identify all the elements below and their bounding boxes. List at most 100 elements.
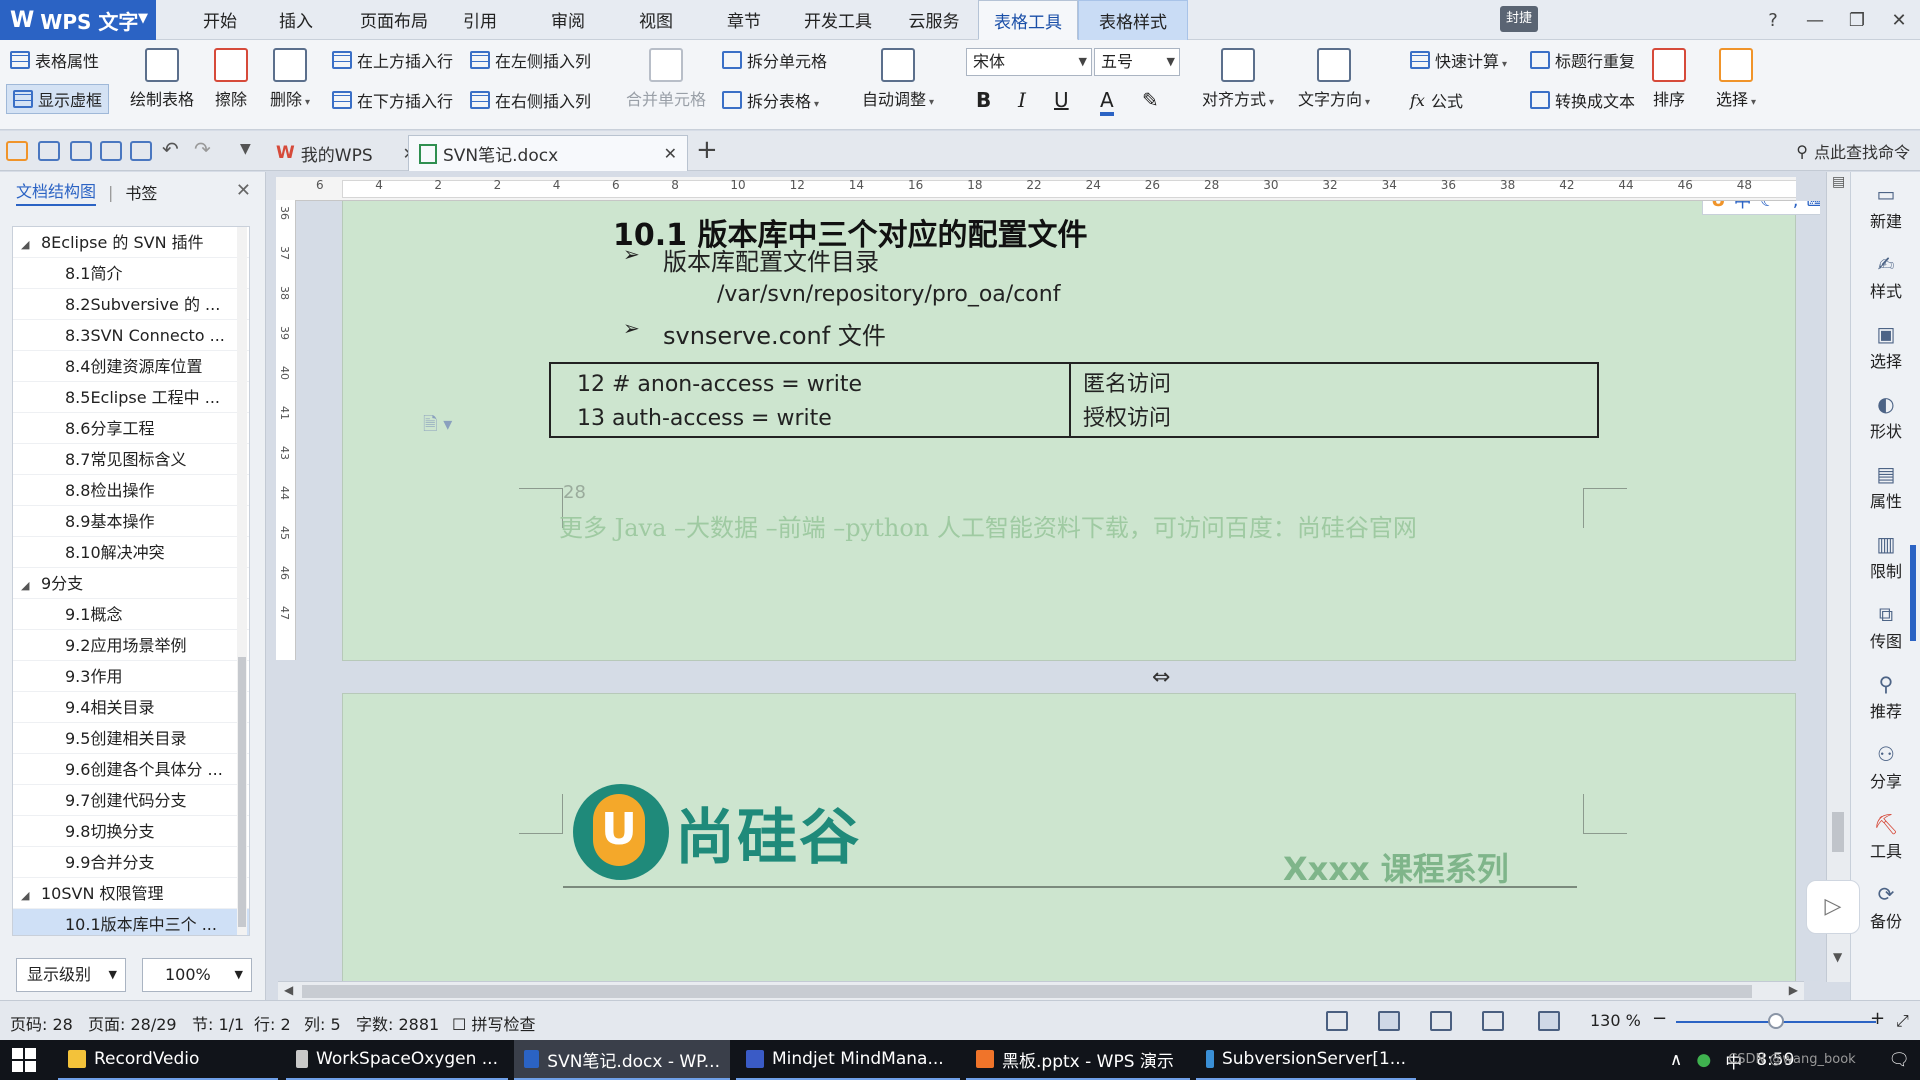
close-icon[interactable]: ✕ (664, 144, 677, 163)
sort-button[interactable]: 排序 (1652, 48, 1686, 110)
page-gap-resize-icon[interactable]: ⇔ (1152, 665, 1170, 690)
tab-review[interactable]: 审阅 (536, 0, 600, 40)
command-search[interactable]: ⚲ 点此查找命令 (1796, 139, 1910, 163)
taskbar-app[interactable]: SubversionServer[1... (1196, 1040, 1416, 1080)
wps-app-menu-button[interactable]: W WPS 文字 ▼ (0, 0, 156, 40)
tab-chapter[interactable]: 章节 (712, 0, 776, 40)
fullscreen-icon[interactable] (1326, 1011, 1348, 1031)
outline-item[interactable]: 9.2应用场景举例 (13, 630, 249, 661)
italic-button[interactable]: I (1018, 88, 1026, 112)
split-cells-button[interactable]: 拆分单元格 (722, 48, 827, 72)
outline-item[interactable]: ◢ 10SVN 权限管理 (13, 878, 249, 909)
network-icon[interactable]: ● (1696, 1050, 1711, 1070)
ime-chinese-mode[interactable]: 中 (1734, 201, 1752, 213)
tab-insert[interactable]: 插入 (264, 0, 328, 40)
reading-mode-icon[interactable] (1538, 1011, 1560, 1031)
outline-view-icon[interactable] (1430, 1011, 1452, 1031)
windows-start-icon[interactable] (12, 1048, 36, 1072)
scroll-right-icon[interactable]: ▶ (1789, 983, 1798, 997)
text-direction-button[interactable]: 文字方向 ▾ (1298, 48, 1370, 110)
sidebar-item-properties[interactable]: ▤ 属性 (1851, 462, 1920, 512)
expand-triangle-icon[interactable]: ◢ (21, 880, 41, 908)
vertical-ruler[interactable]: 36 37 38 39 40 41 43 44 45 46 47 (276, 200, 296, 660)
sidebar-item-style[interactable]: ✍ 样式 (1851, 252, 1920, 302)
quick-calc-button[interactable]: 快速计算 ▾ (1410, 48, 1507, 72)
table-handle-icon[interactable]: 🗎 ▾ (423, 412, 452, 442)
tab-my-wps[interactable]: W 我的WPS ✕ (266, 135, 426, 171)
chevron-down-icon[interactable]: ▼ (240, 141, 262, 161)
taskbar-app[interactable]: RecordVedio (58, 1040, 278, 1080)
taskbar-app[interactable]: 黑板.pptx - WPS 演示 (966, 1040, 1190, 1080)
keyboard-icon[interactable]: ⌨ (1807, 201, 1821, 211)
outline-item[interactable]: 8.7常见图标含义 (13, 444, 249, 475)
taskbar-app[interactable]: SVN笔记.docx - WP... (514, 1040, 730, 1080)
new-tab-plus-icon[interactable]: + (696, 135, 718, 165)
tab-references[interactable]: 引用 (448, 0, 512, 40)
convert-to-text-button[interactable]: 转换成文本 (1530, 88, 1635, 112)
tab-table-style[interactable]: 表格样式 (1078, 0, 1188, 40)
ime-toolbar[interactable]: U 中 ☾ °, ⌨ 👤 🔧 (1702, 201, 1820, 215)
outline-item[interactable]: 8.10解决冲突 (13, 537, 249, 568)
spell-check-toggle[interactable]: ☐ 拼写检查 (452, 1011, 535, 1035)
insert-row-below-button[interactable]: 在下方插入行 (332, 88, 453, 112)
open-folder-icon[interactable] (6, 141, 28, 161)
outline-item[interactable]: 9.8切换分支 (13, 816, 249, 847)
outline-item[interactable]: 8.1简介 (13, 258, 249, 289)
tab-view[interactable]: 视图 (624, 0, 688, 40)
outline-item[interactable]: 8.5Eclipse 工程中 ... (13, 382, 249, 413)
show-gridlines-button[interactable]: 显示虚框 (6, 84, 110, 114)
tab-developer[interactable]: 开发工具 (790, 0, 886, 40)
export-pdf-icon[interactable] (70, 141, 92, 161)
sidebar-item-share[interactable]: ⚇ 分享 (1851, 742, 1920, 792)
punctuation-icon[interactable]: °, (1784, 201, 1799, 211)
tab-home[interactable]: 开始 (188, 0, 252, 40)
scroll-thumb[interactable] (238, 657, 246, 927)
tab-page-layout[interactable]: 页面布局 (346, 0, 442, 40)
font-size-select[interactable]: 五号 ▼ (1094, 48, 1180, 76)
save-icon[interactable] (38, 141, 60, 161)
outline-level-select[interactable]: 显示级别 ▼ (16, 958, 126, 992)
outline-item[interactable]: 9.5创建相关目录 (13, 723, 249, 754)
expand-icon[interactable]: ⤢ (1896, 1011, 1909, 1031)
web-view-icon[interactable] (1482, 1011, 1504, 1031)
help-icon[interactable]: ? (1752, 10, 1794, 31)
merge-cells-button[interactable]: 合并单元格 (626, 48, 706, 110)
chevron-up-icon[interactable]: ∧ (1670, 1050, 1682, 1070)
close-icon[interactable]: ✕ (236, 180, 251, 201)
select-button[interactable]: 选择 ▾ (1716, 48, 1756, 110)
table-cell[interactable]: 匿名访问 授权访问 (1069, 362, 1599, 438)
horizontal-ruler[interactable]: 6 4 2 2 4 6 8 10 12 14 16 18 22 24 26 28 30 32 34 36 38 42 44 4… (276, 177, 1796, 201)
restore-icon[interactable]: ❐ (1836, 10, 1878, 31)
outline-item[interactable]: 9.4相关目录 (13, 692, 249, 723)
insert-col-left-button[interactable]: 在左侧插入列 (470, 48, 591, 72)
document-canvas[interactable]: 10.1 版本库中三个对应的配置文件 ➢ 版本库配置文件目录 /var/svn/… (300, 201, 1820, 981)
outline-item[interactable]: ◢ 8Eclipse 的 SVN 插件 (13, 227, 249, 258)
config-table[interactable]: 12 # anon-access = write 13 auth-access … (549, 362, 1599, 438)
outline-item[interactable]: 8.8检出操作 (13, 475, 249, 506)
expand-triangle-icon[interactable]: ◢ (21, 570, 41, 598)
tab-svn-notes-doc[interactable]: SVN笔记.docx ✕ (408, 135, 688, 171)
notification-icon[interactable]: 🗨 (1888, 1050, 1910, 1070)
insert-col-right-button[interactable]: 在右侧插入列 (470, 88, 591, 112)
tab-bookmarks[interactable]: 书签 (125, 180, 157, 204)
print-icon[interactable] (100, 141, 122, 161)
scroll-thumb[interactable] (1832, 812, 1844, 852)
outline-item[interactable]: 10.1版本库中三个 ... (13, 909, 249, 935)
alignment-button[interactable]: 对齐方式 ▾ (1202, 48, 1274, 110)
outline-zoom-select[interactable]: 100% ▼ (142, 958, 252, 992)
tab-cloud[interactable]: 云服务 (898, 0, 970, 40)
sidebar-item-backup[interactable]: ⟳ 备份 (1851, 882, 1920, 932)
outline-item[interactable]: 8.6分享工程 (13, 413, 249, 444)
scroll-down-icon[interactable]: ▼ (1833, 950, 1842, 964)
document-page[interactable]: U 尚硅谷 Xxxx 课程系列 (342, 693, 1796, 981)
vertical-scrollbar[interactable]: ▤ ▼ (1826, 172, 1850, 982)
font-name-select[interactable]: 宋体 ▼ (966, 48, 1092, 76)
doc-icon[interactable]: ▤ (1832, 174, 1845, 190)
outline-item[interactable]: 9.1概念 (13, 599, 249, 630)
outline-item[interactable]: ◢ 9分支 (13, 568, 249, 599)
clock[interactable]: 8:59 CSDN @wang_book (1728, 1050, 1855, 1070)
font-color-button[interactable]: A (1100, 88, 1114, 116)
redo-icon[interactable]: ↷ (194, 137, 216, 161)
tab-table-tools[interactable]: 表格工具 (978, 0, 1078, 40)
insert-row-above-button[interactable]: 在上方插入行 (332, 48, 453, 72)
